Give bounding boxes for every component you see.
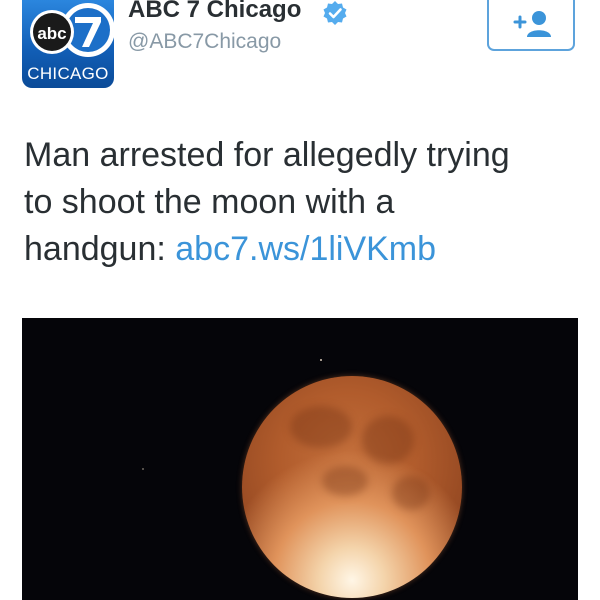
verified-badge-icon — [323, 1, 347, 25]
tweet-text-segment: handgun: — [24, 230, 176, 268]
avatar[interactable]: abc CHICAGO — [22, 0, 114, 88]
moon-mare — [392, 476, 430, 510]
star-speck — [142, 468, 144, 470]
display-name[interactable]: ABC 7 Chicago — [128, 0, 301, 24]
star-speck — [320, 359, 322, 361]
follow-button[interactable] — [487, 0, 575, 51]
moon-mare — [322, 466, 368, 496]
abc-logo-text: abc — [37, 24, 66, 43]
moon-image — [242, 376, 462, 598]
moon-mare — [290, 406, 352, 448]
tweet-text-line: to shoot the moon with a — [24, 183, 395, 221]
moon-mare — [362, 416, 414, 464]
tweet-text: Man arrested for allegedly trying to sho… — [24, 132, 584, 273]
tweet-card: abc CHICAGO ABC 7 Chicago @ABC7Chicago M… — [0, 0, 600, 600]
tweet-link[interactable]: abc7.ws/1liVKmb — [175, 230, 436, 268]
tweet-text-line: Man arrested for allegedly trying — [24, 136, 510, 174]
tweet-media-photo[interactable] — [22, 318, 578, 600]
tweet-text-line: handgun: abc7.ws/1liVKmb — [24, 226, 584, 273]
user-handle[interactable]: @ABC7Chicago — [128, 30, 281, 54]
avatar-city-label: CHICAGO — [27, 64, 109, 83]
abc7-logo-icon: abc — [30, 3, 114, 57]
follow-person-plus-icon — [513, 11, 551, 37]
